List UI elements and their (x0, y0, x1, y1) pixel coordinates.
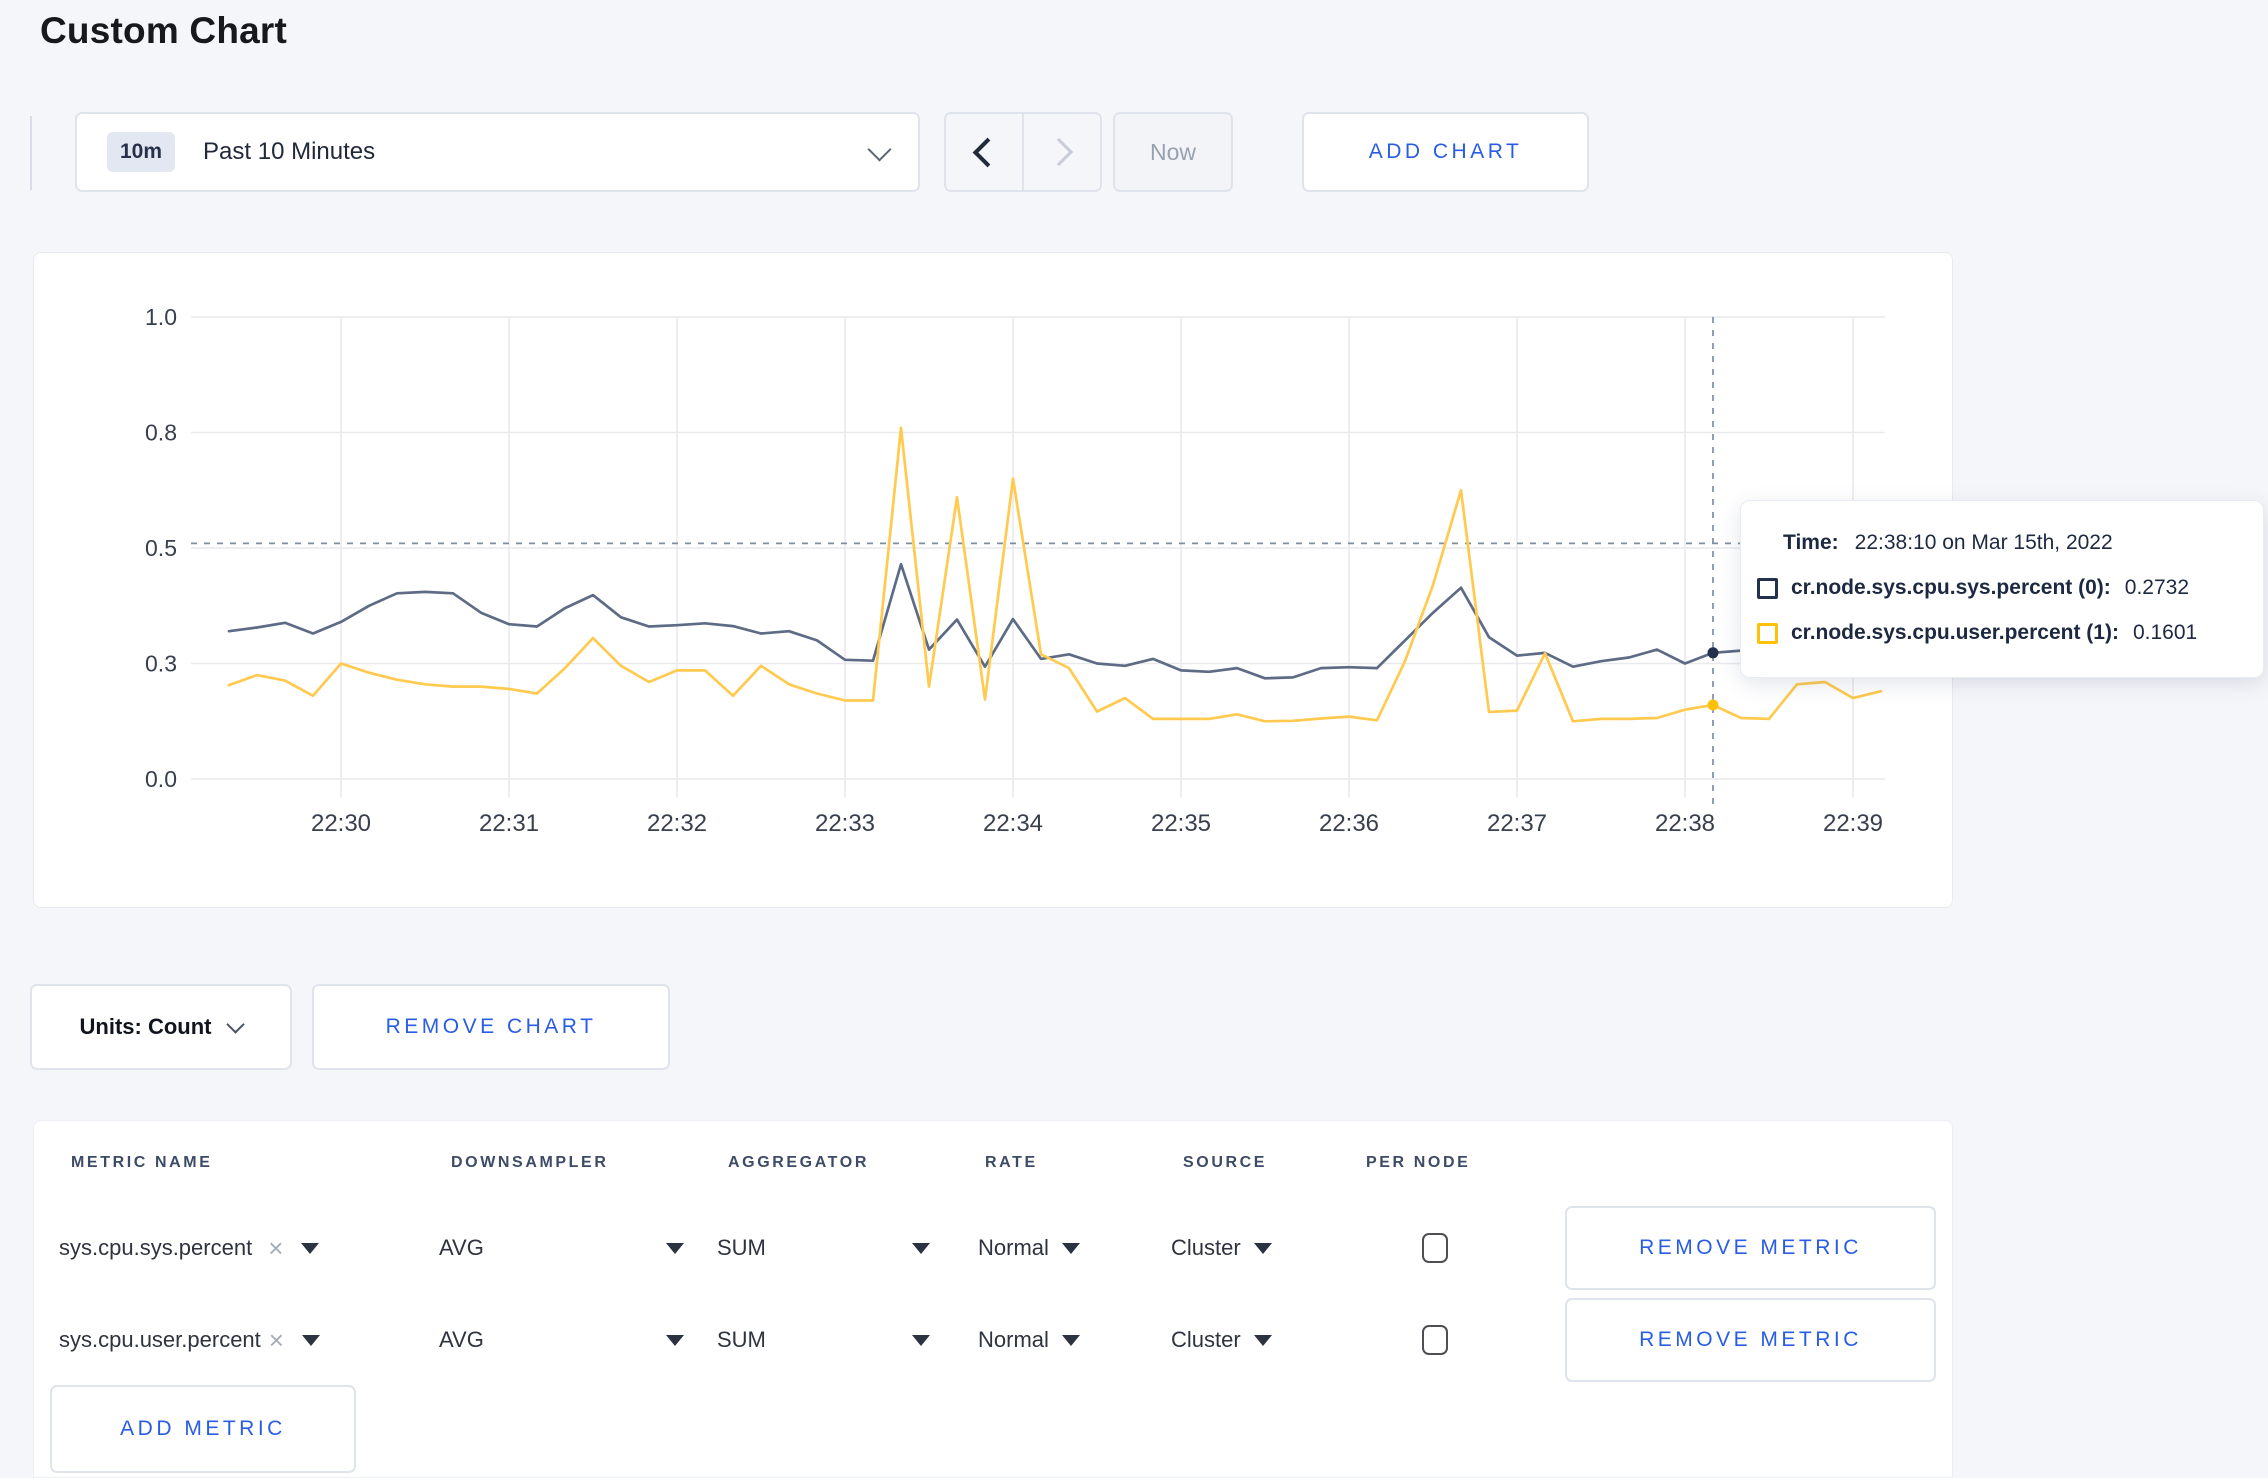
chevron-down-icon (226, 1015, 246, 1034)
chart-card: 0.0 0.3 0.5 0.8 1.0 22:30 22:31 22:32 22:33 22:34… (33, 252, 1953, 908)
per-node-cell (1422, 1294, 1448, 1386)
source-select[interactable]: Cluster (1171, 1294, 1272, 1386)
downsampler-value: AVG (439, 1235, 484, 1260)
prev-time-button[interactable] (946, 114, 1024, 190)
hover-dot-1 (1707, 699, 1719, 711)
now-button[interactable]: Now (1113, 112, 1233, 192)
x-tick-label: 22:31 (479, 810, 539, 837)
divider (30, 116, 32, 190)
caret-down-icon (1253, 1334, 1272, 1346)
add-chart-button[interactable]: ADD CHART (1302, 112, 1589, 192)
caret-down-icon (666, 1242, 684, 1254)
downsampler-select[interactable]: AVG (439, 1202, 684, 1294)
x-tick-label: 22:35 (1151, 810, 1211, 837)
rate-value: Normal (978, 1327, 1049, 1352)
source-select[interactable]: Cluster (1171, 1202, 1272, 1294)
column-header-aggregator: AGGREGATOR (728, 1154, 869, 1171)
source-value: Cluster (1171, 1235, 1241, 1260)
per-node-checkbox[interactable] (1422, 1325, 1448, 1355)
clear-metric-icon[interactable]: × (268, 1233, 283, 1264)
next-time-button[interactable] (1024, 114, 1100, 190)
column-header-downsampler: DOWNSAMPLER (451, 1154, 609, 1171)
caret-down-icon (301, 1334, 320, 1346)
x-tick-label: 22:34 (983, 810, 1043, 837)
caret-down-icon (666, 1334, 684, 1346)
tooltip-series-value: 0.1601 (2132, 621, 2198, 644)
chevron-right-icon (1044, 137, 1074, 167)
chart-canvas[interactable]: 0.0 0.3 0.5 0.8 1.0 22:30 22:31 22:32 22:33 22:34… (34, 253, 1951, 906)
time-range-badge: 10m (107, 132, 176, 172)
chevron-down-icon (867, 136, 892, 162)
caret-down-icon (301, 1242, 320, 1254)
sys-series-swatch-icon (1757, 577, 1778, 599)
series-line-1 (227, 426, 1883, 723)
clear-metric-icon[interactable]: × (269, 1325, 284, 1356)
remove-metric-button[interactable]: REMOVE METRIC (1565, 1206, 1936, 1290)
aggregator-select[interactable]: SUM (717, 1294, 930, 1386)
column-header-metric-name: METRIC NAME (71, 1154, 213, 1171)
user-series-swatch-icon (1757, 622, 1778, 644)
metric-name-value: sys.cpu.user.percent (59, 1327, 261, 1352)
time-pager (944, 112, 1102, 192)
units-dropdown[interactable]: Units: Count (30, 984, 292, 1070)
units-label: Units: Count (79, 1014, 212, 1039)
column-header-per-node: PER NODE (1366, 1154, 1471, 1171)
table-row: sys.cpu.user.percent × AVG SUM Normal Cl… (34, 1294, 1952, 1386)
custom-chart-page: Custom Chart 10m Past 10 Minutes Now ADD… (0, 0, 2268, 1478)
tooltip-series-value: 0.2732 (2124, 576, 2190, 599)
hover-dot-0 (1707, 647, 1719, 659)
x-tick-label: 22:30 (311, 810, 371, 837)
aggregator-value: SUM (717, 1235, 766, 1260)
page-title: Custom Chart (40, 10, 288, 51)
remove-metric-button[interactable]: REMOVE METRIC (1565, 1298, 1936, 1382)
x-tick-label: 22:32 (647, 810, 707, 837)
aggregator-select[interactable]: SUM (717, 1202, 930, 1294)
y-tick-label: 0.5 (145, 535, 177, 561)
tooltip-time-row: Time: 22:38:10 on Mar 15th, 2022 (1783, 531, 2243, 555)
x-tick-label: 22:36 (1319, 810, 1379, 837)
rate-value: Normal (978, 1235, 1049, 1260)
caret-down-icon (1061, 1242, 1080, 1254)
tooltip-series-label: cr.node.sys.cpu.sys.percent (0): (1791, 576, 2111, 599)
tooltip-series-row: cr.node.sys.cpu.user.percent (1): 0.1601 (1757, 621, 2243, 645)
source-value: Cluster (1171, 1327, 1241, 1352)
tooltip-time-label: Time: (1783, 531, 1839, 554)
x-tick-label: 22:38 (1655, 810, 1715, 837)
column-header-source: SOURCE (1183, 1154, 1268, 1171)
y-tick-label: 0.8 (145, 420, 177, 446)
rate-select[interactable]: Normal (978, 1294, 1080, 1386)
y-tick-label: 0.3 (145, 651, 177, 677)
y-tick-label: 0.0 (145, 766, 177, 792)
x-tick-label: 22:37 (1487, 810, 1547, 837)
chart-tooltip: Time: 22:38:10 on Mar 15th, 2022 cr.node.… (1740, 500, 2264, 678)
time-range-dropdown[interactable]: 10m Past 10 Minutes (75, 112, 920, 192)
downsampler-value: AVG (439, 1327, 484, 1352)
column-header-rate: RATE (985, 1154, 1038, 1171)
time-range-label: Past 10 Minutes (203, 138, 376, 165)
metric-name-value: sys.cpu.sys.percent (59, 1235, 253, 1260)
metric-name-select[interactable]: sys.cpu.sys.percent × (59, 1202, 414, 1294)
tooltip-series-row: cr.node.sys.cpu.sys.percent (0): 0.2732 (1757, 576, 2243, 600)
caret-down-icon (1061, 1334, 1080, 1346)
downsampler-select[interactable]: AVG (439, 1294, 684, 1386)
tooltip-series-label: cr.node.sys.cpu.user.percent (1): (1791, 621, 2119, 644)
tooltip-time-value: 22:38:10 on Mar 15th, 2022 (1854, 531, 2113, 554)
rate-select[interactable]: Normal (978, 1202, 1080, 1294)
per-node-checkbox[interactable] (1422, 1233, 1448, 1263)
add-metric-button[interactable]: ADD METRIC (50, 1385, 356, 1473)
caret-down-icon (912, 1242, 930, 1254)
x-tick-label: 22:39 (1823, 810, 1883, 837)
per-node-cell (1422, 1202, 1448, 1294)
aggregator-value: SUM (717, 1327, 766, 1352)
x-tick-label: 22:33 (815, 810, 875, 837)
y-tick-label: 1.0 (145, 304, 177, 330)
metric-name-select[interactable]: sys.cpu.user.percent × (59, 1294, 414, 1386)
chevron-left-icon (972, 137, 1002, 167)
caret-down-icon (1253, 1242, 1272, 1254)
caret-down-icon (912, 1334, 930, 1346)
remove-chart-button[interactable]: REMOVE CHART (312, 984, 670, 1070)
metrics-table: METRIC NAME DOWNSAMPLER AGGREGATOR RATE … (33, 1120, 1953, 1478)
table-row: sys.cpu.sys.percent × AVG SUM Normal Clu… (34, 1202, 1952, 1294)
